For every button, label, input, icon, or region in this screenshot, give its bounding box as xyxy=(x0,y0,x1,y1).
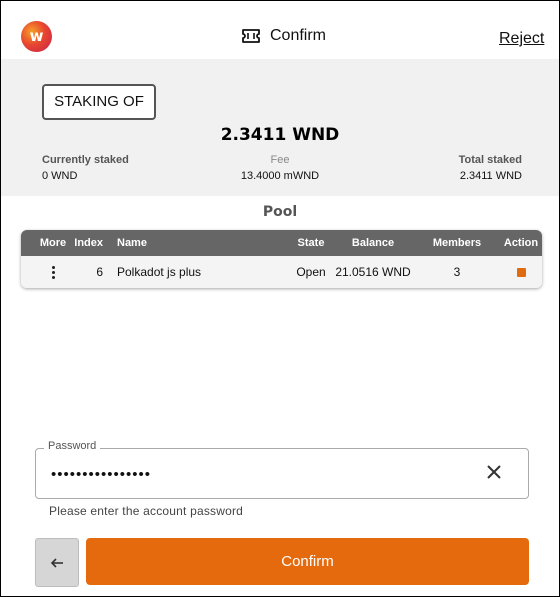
pool-title: Pool xyxy=(262,204,298,220)
staking-amount: 2.3411 WND xyxy=(220,125,340,145)
total-staked-label: Total staked xyxy=(458,154,522,166)
reject-link[interactable]: Reject xyxy=(499,30,544,48)
password-helper-text: Please enter the account password xyxy=(49,504,244,518)
clear-icon[interactable] xyxy=(485,463,503,481)
back-button[interactable] xyxy=(35,538,79,587)
header: w Confirm Reject xyxy=(1,1,559,59)
column-header-more: More xyxy=(39,237,67,249)
total-staked: Total staked 2.3411 WND xyxy=(459,154,522,182)
logo-letter: w xyxy=(29,27,44,45)
staking-of-label: STAKING OF xyxy=(42,84,156,120)
staking-summary: STAKING OF 2.3411 WND Currently staked 0… xyxy=(1,59,559,196)
column-header-balance: Balance xyxy=(351,237,395,249)
pool-table: More Index Name State Balance Members Ac… xyxy=(21,230,542,288)
currently-staked: Currently staked 0 WND xyxy=(42,154,129,182)
logo: w xyxy=(21,21,52,52)
password-input[interactable] xyxy=(49,461,463,487)
table-row: 6 Polkadot js plus Open 21.0516 WND 3 xyxy=(21,256,542,288)
total-staked-value: 2.3411 WND xyxy=(459,170,522,182)
action-cell xyxy=(503,256,539,288)
fee-label: Fee xyxy=(270,154,290,166)
currently-staked-value: 0 WND xyxy=(42,170,78,182)
confirm-window: w Confirm Reject STAKING OF 2.3411 WND C… xyxy=(0,0,560,597)
column-header-index: Index xyxy=(74,237,103,249)
page-title-group: Confirm xyxy=(241,25,326,47)
more-options-icon[interactable] xyxy=(33,256,73,288)
ticket-icon xyxy=(242,29,260,43)
stop-icon[interactable] xyxy=(516,267,526,277)
page-title: Confirm xyxy=(270,27,327,44)
pool-index: 6 xyxy=(96,265,103,279)
column-header-action: Action xyxy=(503,237,539,249)
column-header-name: Name xyxy=(117,237,147,249)
fee-value: 13.4000 mWND xyxy=(240,170,320,182)
pool-name: Polkadot js plus xyxy=(117,265,202,279)
fee: Fee 13.4000 mWND xyxy=(230,154,330,182)
arrow-left-icon xyxy=(50,557,63,568)
currently-staked-label: Currently staked xyxy=(42,154,129,166)
confirm-button[interactable]: Confirm xyxy=(86,538,529,585)
column-header-members: Members xyxy=(432,237,482,249)
pool-table-header: More Index Name State Balance Members Ac… xyxy=(21,230,542,256)
pool-members: 3 xyxy=(453,265,461,279)
password-label: Password xyxy=(44,440,101,452)
pool-balance: 21.0516 WND xyxy=(335,265,411,279)
